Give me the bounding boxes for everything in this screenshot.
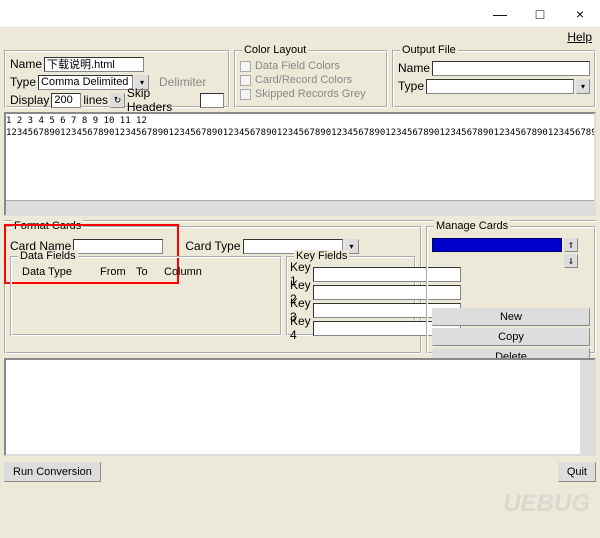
close-button[interactable]: × xyxy=(560,0,600,28)
card-type-label: Card Type xyxy=(185,239,240,253)
skip-headers-input[interactable] xyxy=(200,93,224,108)
card-list-selection[interactable] xyxy=(432,238,562,252)
manage-cards-title: Manage Cards xyxy=(434,220,510,232)
run-conversion-button[interactable]: Run Conversion xyxy=(4,462,101,482)
lines-label: lines xyxy=(83,93,108,107)
check-data-field-colors[interactable]: Data Field Colors xyxy=(240,60,382,72)
input-file-panel: Name Type ▾ Delimiter Display lines ↻ Sk… xyxy=(4,50,230,108)
card-name-input[interactable] xyxy=(73,239,163,254)
preview-area: 1 2 3 4 5 6 7 8 9 10 11 12 1234567890123… xyxy=(4,112,596,216)
col-from: From xyxy=(100,266,128,278)
checkbox-icon xyxy=(240,75,251,86)
move-up-icon[interactable]: ⇑ xyxy=(564,238,578,252)
name-input[interactable] xyxy=(44,57,144,72)
output-type-dropdown-icon[interactable]: ▾ xyxy=(576,79,590,94)
move-down-icon[interactable]: ⇓ xyxy=(564,254,578,268)
col-data-type: Data Type xyxy=(22,266,92,278)
data-fields-panel: Data Fields Data Type From To Column xyxy=(10,256,282,336)
output-file-panel: Output File Name Type ▾ xyxy=(392,50,596,108)
horizontal-scrollbar[interactable] xyxy=(6,200,594,214)
copy-button[interactable]: Copy xyxy=(432,328,590,346)
check-label: Card/Record Colors xyxy=(255,74,352,86)
output-name-input[interactable] xyxy=(432,61,590,76)
skip-headers-label: Skip Headers xyxy=(127,86,198,114)
window-titlebar: — □ × xyxy=(0,0,600,28)
output-preview-area xyxy=(4,358,596,456)
type-label: Type xyxy=(10,75,36,89)
col-column: Column xyxy=(164,266,202,278)
quit-button[interactable]: Quit xyxy=(558,462,596,482)
ruler-ones: 1234567890123456789012345678901234567890… xyxy=(6,126,594,138)
type-input[interactable] xyxy=(38,75,133,90)
watermark: UEBUG xyxy=(503,490,590,518)
name-label: Name xyxy=(10,57,42,71)
ruler-tens: 1 2 3 4 5 6 7 8 9 10 11 12 xyxy=(6,114,594,126)
check-skipped-grey[interactable]: Skipped Records Grey xyxy=(240,88,382,100)
output-type-label: Type xyxy=(398,79,424,93)
checkbox-icon xyxy=(240,89,251,100)
checkbox-icon xyxy=(240,61,251,72)
output-file-title: Output File xyxy=(400,44,458,56)
format-cards-panel: Format Cards Card Name Card Type ▾ Data … xyxy=(4,226,422,354)
color-layout-title: Color Layout xyxy=(242,44,308,56)
menu-help[interactable]: Help xyxy=(567,30,592,44)
check-label: Data Field Colors xyxy=(255,60,340,72)
color-layout-panel: Color Layout Data Field Colors Card/Reco… xyxy=(234,50,388,108)
format-cards-title: Format Cards xyxy=(12,220,83,232)
manage-cards-panel: Manage Cards ⇑ ⇓ New Copy Delete xyxy=(426,226,596,354)
display-label: Display xyxy=(10,93,49,107)
minimize-button[interactable]: — xyxy=(480,0,520,28)
check-card-record-colors[interactable]: Card/Record Colors xyxy=(240,74,382,86)
output-name-label: Name xyxy=(398,61,430,75)
key4-label: Key 4 xyxy=(290,314,311,342)
data-fields-title: Data Fields xyxy=(18,250,78,262)
check-label: Skipped Records Grey xyxy=(255,88,366,100)
key-fields-panel: Key Fields Key 1 Key 2 Key 3 Key 4 xyxy=(286,256,416,336)
refresh-icon[interactable]: ↻ xyxy=(110,93,125,108)
key-fields-title: Key Fields xyxy=(294,250,349,262)
new-button[interactable]: New xyxy=(432,308,590,326)
output-type-input[interactable] xyxy=(426,79,574,94)
display-input[interactable] xyxy=(51,93,81,108)
maximize-button[interactable]: □ xyxy=(520,0,560,28)
col-to: To xyxy=(136,266,156,278)
vertical-scrollbar[interactable] xyxy=(580,360,594,454)
